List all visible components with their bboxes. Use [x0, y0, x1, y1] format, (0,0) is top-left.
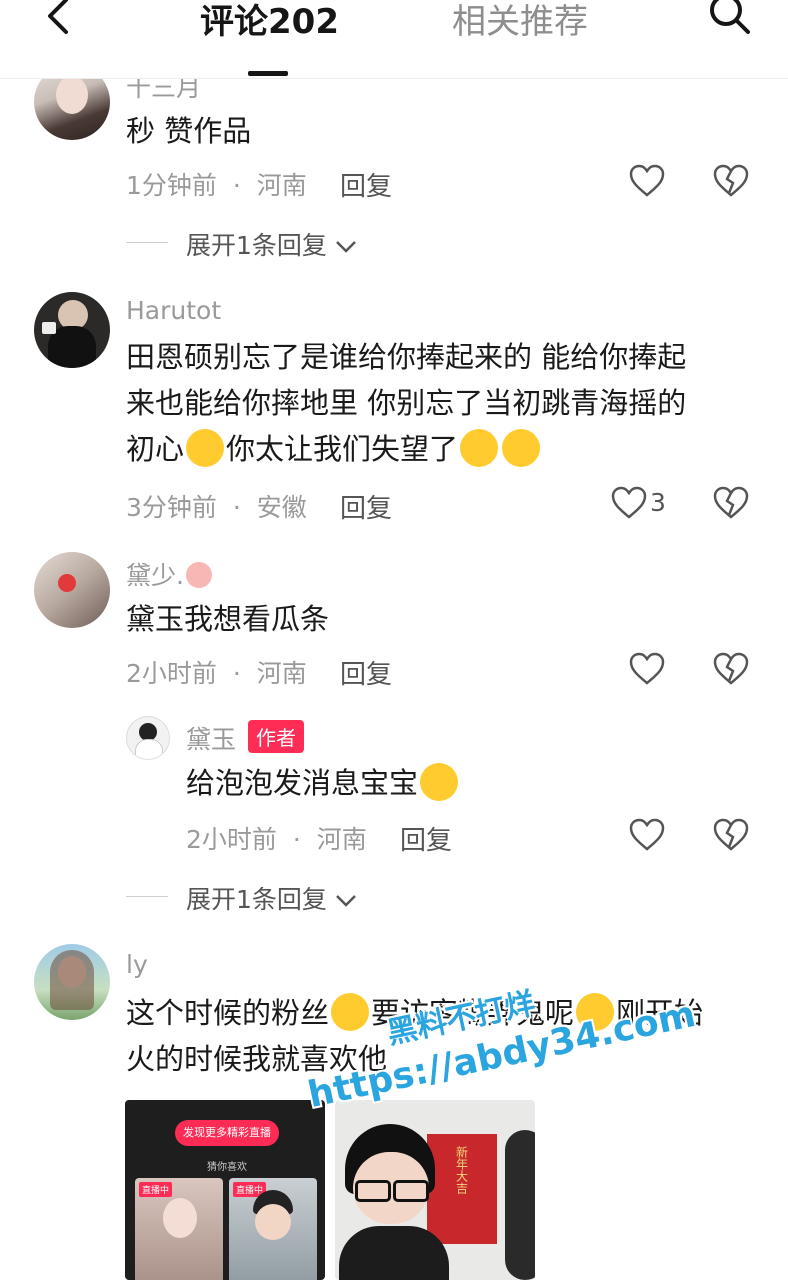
- chevron-down-icon: [335, 895, 356, 907]
- peach-emoji-icon: [185, 562, 212, 588]
- comment-meta: 2小时前 · 河南: [126, 654, 307, 690]
- chevron-left-icon[interactable]: [40, 0, 80, 44]
- avatar[interactable]: [34, 292, 110, 368]
- comment-username[interactable]: ly: [126, 950, 148, 979]
- laughing-crying-emoji-icon: [186, 429, 225, 467]
- recommend-label: 猜你喜欢: [207, 1162, 247, 1173]
- author-badge: 作者: [248, 720, 304, 753]
- reply-location: 河南: [316, 825, 367, 854]
- like-count: 3: [650, 488, 666, 517]
- watermark: 黑料不打烊 https://abdy34.com: [304, 985, 700, 1117]
- reply-username[interactable]: 黛玉: [186, 720, 236, 756]
- tab-indicator: [248, 71, 288, 76]
- top-bar: 评论202 相关推荐: [0, 0, 788, 79]
- comment-text: 黛玉我想看瓜条: [126, 602, 330, 636]
- broken-heart-icon[interactable]: [712, 486, 750, 520]
- comment-image[interactable]: 发现更多精彩直播 猜你喜欢 直播中 直播中: [125, 1100, 325, 1280]
- comment-location: 河南: [256, 171, 307, 200]
- comment-time: 3分钟前: [126, 493, 217, 522]
- chevron-down-icon: [335, 241, 356, 253]
- separator: ·: [232, 659, 241, 688]
- tongue-emoji-icon: [420, 763, 459, 801]
- live-card: 直播中: [135, 1178, 223, 1280]
- heart-icon[interactable]: [628, 818, 666, 852]
- comment-meta: 3分钟前 · 安徽: [126, 488, 307, 524]
- tab-comments[interactable]: 评论202: [200, 0, 339, 43]
- avatar[interactable]: [126, 716, 170, 760]
- reply-button[interactable]: 回复: [340, 654, 392, 691]
- heart-icon[interactable]: [628, 164, 666, 198]
- live-card: 直播中: [229, 1178, 317, 1280]
- broken-heart-icon[interactable]: [712, 818, 750, 852]
- comment-username[interactable]: Harutot: [126, 296, 221, 325]
- laughing-crying-emoji-icon: [460, 429, 499, 467]
- comment-meta: 1分钟前 · 河南: [126, 166, 307, 202]
- reply-time: 2小时前: [186, 825, 277, 854]
- heart-icon[interactable]: [628, 652, 666, 686]
- red-banner: 新年大吉: [427, 1134, 497, 1244]
- divider: [126, 896, 168, 897]
- reply-button[interactable]: 回复: [340, 166, 392, 203]
- comment-location: 河南: [256, 659, 307, 688]
- comment-time: 2小时前: [126, 659, 217, 688]
- live-badge: 直播中: [139, 1182, 173, 1197]
- reply-text: 给泡泡发消息宝宝: [186, 760, 788, 806]
- avatar[interactable]: [34, 552, 110, 628]
- expand-replies-button[interactable]: 展开1条回复: [186, 226, 357, 262]
- avatar[interactable]: [34, 944, 110, 1020]
- separator: ·: [232, 171, 241, 200]
- separator: ·: [292, 825, 301, 854]
- separator: ·: [232, 493, 241, 522]
- comment-location: 安徽: [256, 493, 307, 522]
- reply-meta: 2小时前 · 河南: [186, 820, 367, 856]
- comment-text: 田恩硕别忘了是谁给你捧起来的 能给你捧起 来也能给你摔地里 你别忘了当初跳青海摇…: [126, 340, 687, 467]
- search-icon[interactable]: [704, 0, 754, 42]
- tab-related[interactable]: 相关推荐: [452, 0, 588, 43]
- comment-image[interactable]: 新年大吉: [335, 1100, 535, 1280]
- crying-emoji-icon: [502, 429, 541, 467]
- divider: [126, 242, 168, 243]
- reply-button[interactable]: 回复: [340, 488, 392, 525]
- comment-text: 秒 赞作品: [126, 114, 252, 148]
- expand-replies-button[interactable]: 展开1条回复: [186, 880, 357, 916]
- broken-heart-icon[interactable]: [712, 164, 750, 198]
- discover-live-button: 发现更多精彩直播: [175, 1120, 279, 1146]
- reply-button[interactable]: 回复: [400, 820, 452, 857]
- comment-time: 1分钟前: [126, 171, 217, 200]
- comment-username[interactable]: 黛少.: [126, 556, 212, 592]
- heart-icon[interactable]: [610, 486, 648, 520]
- broken-heart-icon[interactable]: [712, 652, 750, 686]
